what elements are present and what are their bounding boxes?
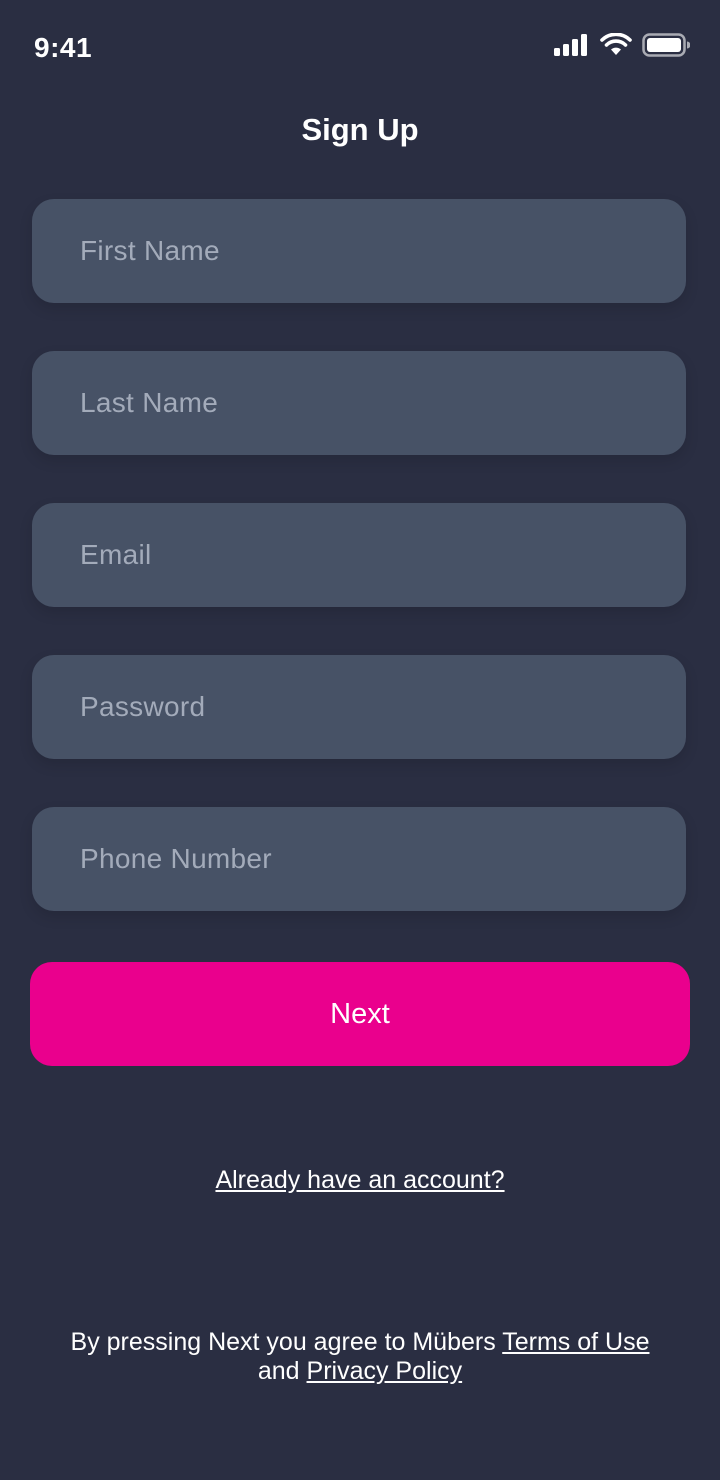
login-link-container: Already have an account? <box>0 1166 720 1195</box>
first-name-input[interactable] <box>32 199 686 303</box>
legal-notice: By pressing Next you agree to Mübers Ter… <box>40 1328 680 1386</box>
phone-number-input[interactable] <box>32 807 686 911</box>
privacy-policy-link[interactable]: Privacy Policy <box>307 1357 463 1385</box>
legal-prefix: By pressing Next you agree to Mübers <box>70 1328 503 1356</box>
page-title: Sign Up <box>301 112 419 147</box>
wifi-icon <box>600 32 632 62</box>
battery-icon <box>642 32 691 62</box>
next-button[interactable]: Next <box>30 962 690 1066</box>
sign-up-screen: 9:41 Sign Up First Name Last Name Email … <box>0 0 720 1480</box>
last-name-input[interactable] <box>32 351 686 455</box>
legal-conjunction: and <box>257 1357 307 1385</box>
email-input[interactable] <box>32 503 686 607</box>
email-field[interactable] <box>32 503 686 607</box>
password-input[interactable] <box>32 655 686 759</box>
already-have-account-link[interactable]: Already have an account? <box>215 1166 504 1194</box>
last-name-field[interactable] <box>32 351 686 455</box>
cellular-signal-icon <box>554 33 590 61</box>
password-field[interactable] <box>32 655 686 759</box>
phone-number-field[interactable] <box>32 807 686 911</box>
status-bar: 9:41 <box>0 0 720 90</box>
terms-of-use-link[interactable]: Terms of Use <box>502 1328 649 1356</box>
first-name-field[interactable] <box>32 199 686 303</box>
status-time: 9:41 <box>34 32 93 63</box>
status-icons <box>554 32 691 62</box>
